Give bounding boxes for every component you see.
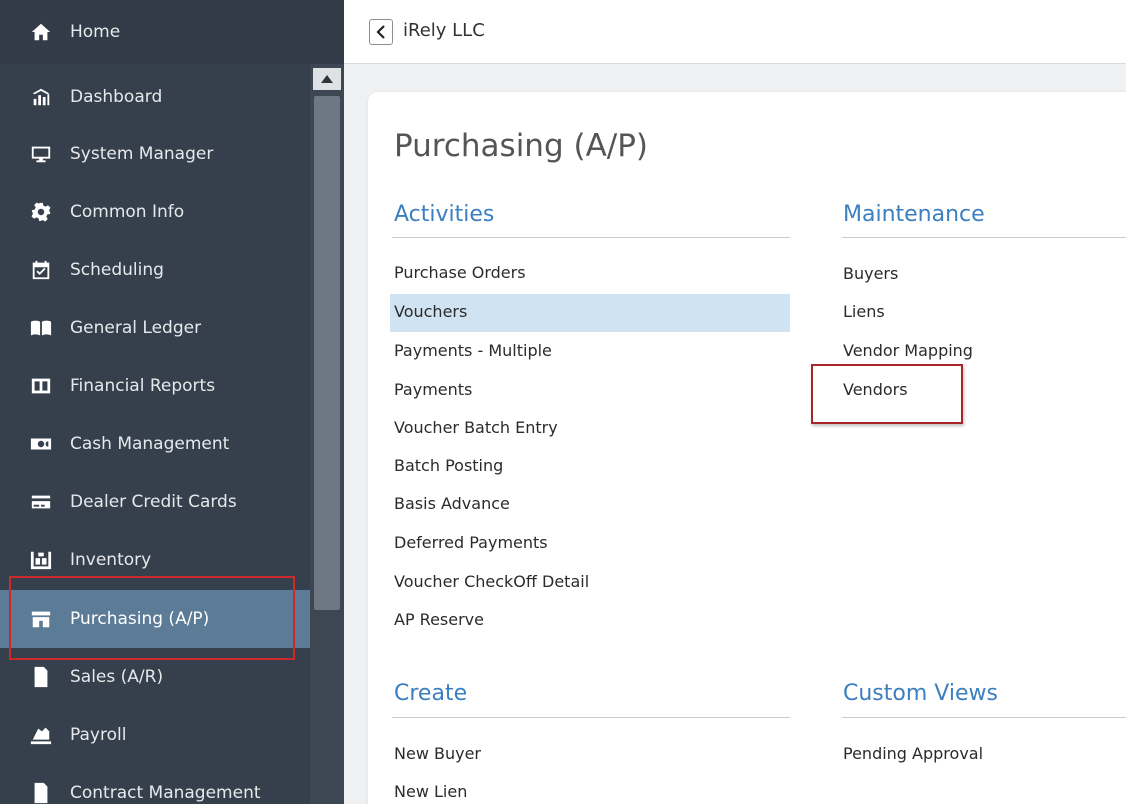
sidebar-item-label: Common Info: [70, 202, 185, 222]
calendar-check-icon: [30, 259, 52, 281]
sidebar-item-label: System Manager: [70, 144, 214, 164]
sidebar-item-common-info[interactable]: Common Info: [0, 183, 310, 241]
sidebar-item-payroll[interactable]: Payroll: [0, 706, 310, 764]
link-basis-advance[interactable]: Basis Advance: [394, 494, 510, 513]
sidebar-item-cash-management[interactable]: Cash Management: [0, 415, 310, 473]
document-icon: [30, 666, 52, 688]
sidebar-item-home[interactable]: Home: [0, 3, 310, 61]
maintenance-divider: [842, 237, 1126, 238]
link-new-lien[interactable]: New Lien: [394, 782, 467, 801]
sidebar-item-label: Dealer Credit Cards: [70, 492, 237, 512]
link-vendor-mapping[interactable]: Vendor Mapping: [843, 341, 973, 360]
link-deferred-payments[interactable]: Deferred Payments: [394, 533, 548, 552]
gear-icon: [30, 201, 52, 223]
create-heading: Create: [394, 681, 468, 706]
create-divider: [392, 717, 790, 718]
sidebar-item-sales[interactable]: Sales (A/R): [0, 648, 310, 706]
link-vendors[interactable]: Vendors: [843, 380, 908, 399]
link-purchase-orders[interactable]: Purchase Orders: [394, 263, 526, 282]
credit-card-icon: [30, 491, 52, 513]
sidebar-item-label: Home: [70, 22, 121, 42]
main-panel: [368, 92, 1126, 804]
company-name: iRely LLC: [403, 20, 485, 41]
sidebar-scrollbar-thumb[interactable]: [314, 96, 340, 610]
monitor-icon: [30, 143, 52, 165]
warehouse-icon: [30, 549, 52, 571]
activities-divider: [392, 237, 790, 238]
link-pending-approval[interactable]: Pending Approval: [843, 744, 983, 763]
sidebar-item-label: Dashboard: [70, 87, 163, 107]
link-payments[interactable]: Payments: [394, 380, 472, 399]
sidebar: Home Dashboard System Manager Common Inf…: [0, 0, 344, 804]
sidebar-item-label: Contract Management: [70, 783, 261, 803]
dashboard-icon: [30, 86, 52, 108]
sidebar-item-financial-reports[interactable]: Financial Reports: [0, 357, 310, 415]
chevron-left-icon: [376, 25, 385, 39]
sidebar-item-label: Purchasing (A/P): [70, 609, 210, 629]
money-icon: [30, 433, 52, 455]
page-title: Purchasing (A/P): [394, 128, 649, 164]
sidebar-item-dealer-credit-cards[interactable]: Dealer Credit Cards: [0, 473, 310, 531]
home-icon: [30, 21, 52, 43]
sidebar-item-inventory[interactable]: Inventory: [0, 531, 310, 589]
sidebar-item-label: General Ledger: [70, 318, 202, 338]
sidebar-item-dashboard[interactable]: Dashboard: [0, 68, 310, 126]
contract-icon: [30, 782, 52, 804]
columns-icon: [30, 375, 52, 397]
link-vouchers[interactable]: Vouchers: [394, 302, 467, 321]
sidebar-item-label: Inventory: [70, 550, 152, 570]
link-payments-multiple[interactable]: Payments - Multiple: [394, 341, 552, 360]
link-voucher-batch-entry[interactable]: Voucher Batch Entry: [394, 418, 558, 437]
book-icon: [30, 317, 52, 339]
maintenance-heading: Maintenance: [843, 202, 985, 227]
sidebar-item-general-ledger[interactable]: General Ledger: [0, 299, 310, 357]
sidebar-item-label: Financial Reports: [70, 376, 216, 396]
link-buyers[interactable]: Buyers: [843, 264, 898, 283]
sidebar-item-system-manager[interactable]: System Manager: [0, 125, 310, 183]
arrow-up-icon: [321, 75, 333, 83]
link-voucher-checkoff-detail[interactable]: Voucher CheckOff Detail: [394, 572, 589, 591]
link-liens[interactable]: Liens: [843, 302, 885, 321]
sidebar-item-contract-management[interactable]: Contract Management: [0, 764, 310, 804]
sidebar-item-label: Payroll: [70, 725, 127, 745]
payroll-icon: [30, 724, 52, 746]
custom-views-heading: Custom Views: [843, 681, 998, 706]
sidebar-item-scheduling[interactable]: Scheduling: [0, 241, 310, 299]
back-button[interactable]: [369, 19, 393, 45]
top-bar: iRely LLC: [344, 0, 1126, 64]
link-batch-posting[interactable]: Batch Posting: [394, 456, 503, 475]
custom-views-divider: [842, 717, 1126, 718]
sidebar-item-label: Scheduling: [70, 260, 164, 280]
link-new-buyer[interactable]: New Buyer: [394, 744, 481, 763]
store-icon: [30, 608, 52, 630]
sidebar-item-label: Cash Management: [70, 434, 230, 454]
sidebar-item-purchasing[interactable]: Purchasing (A/P): [0, 590, 310, 648]
sidebar-item-label: Sales (A/R): [70, 667, 164, 687]
link-ap-reserve[interactable]: AP Reserve: [394, 610, 484, 629]
scroll-up-button[interactable]: [313, 68, 341, 90]
activities-heading: Activities: [394, 202, 495, 227]
